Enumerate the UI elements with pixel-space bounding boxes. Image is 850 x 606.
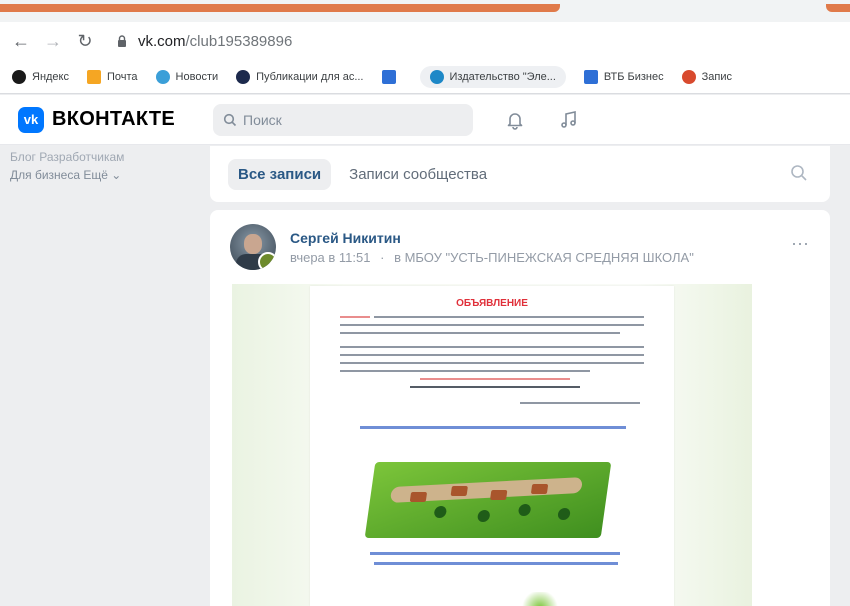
- wall-search-icon[interactable]: [790, 164, 808, 182]
- reload-icon[interactable]: ↻: [74, 30, 96, 52]
- announcement-document: ОБЪЯВЛЕНИЕ: [310, 286, 674, 606]
- publications-icon: [236, 69, 251, 84]
- tab-all-posts[interactable]: Все записи: [228, 158, 332, 190]
- community-badge-icon: [258, 252, 276, 270]
- news-icon: [155, 69, 170, 84]
- yandex-icon: [12, 69, 26, 84]
- vk-logo-icon: vk: [18, 106, 44, 133]
- wall-filter-bar: Все записи Записи сообщества: [210, 146, 830, 202]
- bookmark-folder-icon: [381, 69, 396, 84]
- tab-community-posts[interactable]: Записи сообщества: [339, 159, 497, 190]
- vtb-icon: [583, 69, 598, 84]
- left-menu: Блог Разработчикам Для бизнеса Ещё ⌄: [0, 146, 205, 606]
- playground-rendering: [364, 462, 612, 538]
- post-meta: вчера в 11:51 · в МБОУ "УСТЬ-ПИНЕЖСКАЯ С…: [290, 250, 694, 265]
- publisher-icon: [429, 69, 444, 84]
- vk-logo[interactable]: vk ВКОНТАКТЕ: [18, 106, 176, 133]
- music-note-icon[interactable]: [557, 108, 581, 132]
- post-author[interactable]: Сергей Никитин: [290, 230, 401, 246]
- browser-toolbar: ← → ↻ vk.com/club195389896: [0, 22, 850, 60]
- avatar[interactable]: [230, 224, 276, 270]
- search-placeholder: Поиск: [243, 111, 282, 128]
- mail-icon: [87, 69, 101, 84]
- bookmark-yandex[interactable]: Яндекс: [12, 69, 69, 84]
- forward-icon[interactable]: →: [42, 30, 64, 52]
- bookmark-vtb[interactable]: ВТБ Бизнес: [583, 69, 664, 84]
- announcement-title: ОБЪЯВЛЕНИЕ: [456, 298, 528, 309]
- back-icon[interactable]: ←: [10, 30, 32, 52]
- bookmark-publications[interactable]: Публикации для ас...: [236, 69, 364, 84]
- left-menu-links[interactable]: Блог Разработчикам: [10, 148, 205, 166]
- post-image[interactable]: ОБЪЯВЛЕНИЕ: [232, 284, 752, 606]
- notifications-bell-icon[interactable]: [503, 108, 527, 132]
- more-options-icon[interactable]: ⋯: [791, 234, 810, 255]
- post-context[interactable]: в МБОУ "УСТЬ-ПИНЕЖСКАЯ СРЕДНЯЯ ШКОЛА": [394, 250, 694, 265]
- url-path: /club195389896: [185, 32, 293, 50]
- meta-separator: ·: [380, 250, 385, 265]
- bookmark-mail[interactable]: Почта: [87, 69, 138, 84]
- site-info-icon[interactable]: [114, 33, 130, 49]
- address-bar[interactable]: vk.com/club195389896: [114, 27, 292, 55]
- left-menu-links-more[interactable]: Для бизнеса Ещё ⌄: [10, 166, 205, 184]
- bookmarks-bar: Яндекс Почта Новости Публикации для ас..…: [0, 60, 850, 94]
- bookmark-folder[interactable]: [381, 69, 402, 84]
- url-host: vk.com: [138, 32, 186, 50]
- wall-post: Сергей Никитин вчера в 11:51 · в МБОУ "У…: [210, 210, 830, 606]
- vk-logo-text: ВКОНТАКТЕ: [52, 108, 176, 130]
- record-icon: [681, 69, 696, 84]
- search-input[interactable]: Поиск: [213, 103, 474, 136]
- browser-tabstrip: [0, 0, 850, 22]
- post-time[interactable]: вчера в 11:51: [290, 250, 370, 265]
- vk-header: vk ВКОНТАКТЕ Поиск: [0, 95, 850, 145]
- bookmark-record[interactable]: Запис: [681, 69, 732, 84]
- bookmark-publisher[interactable]: Издательство "Эле...: [419, 65, 566, 88]
- active-tab-indicator[interactable]: [0, 4, 560, 12]
- bookmark-news[interactable]: Новости: [155, 69, 218, 84]
- search-icon: [223, 113, 237, 126]
- tab-indicator[interactable]: [826, 4, 850, 12]
